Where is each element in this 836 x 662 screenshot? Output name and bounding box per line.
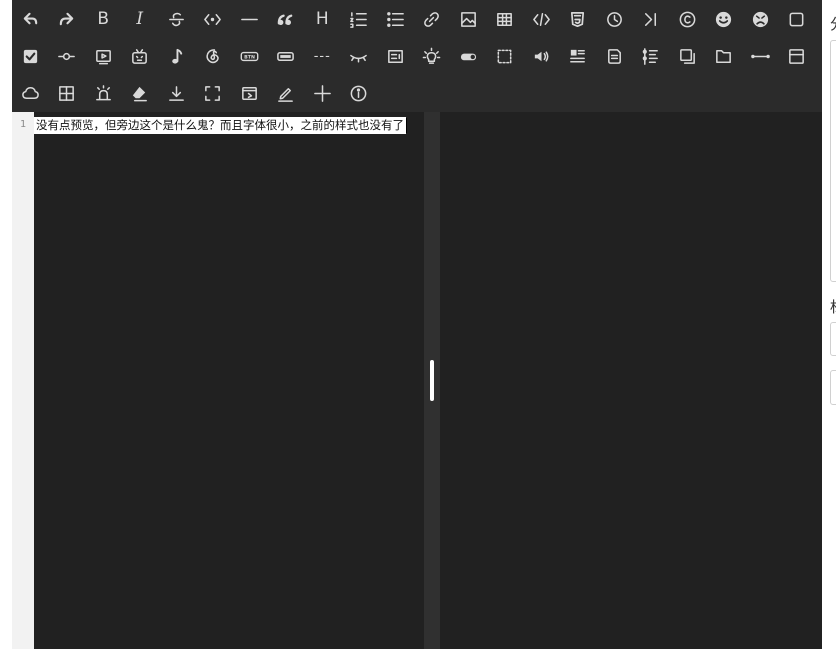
side-panel-input[interactable] (830, 322, 836, 356)
divider-line-icon[interactable] (742, 40, 779, 74)
button-badge-text: BTN (244, 55, 255, 61)
side-panel-label-1: 分 (830, 13, 836, 34)
layout-icon[interactable] (560, 40, 597, 74)
bold-label: B (97, 9, 110, 29)
image-icon[interactable] (450, 3, 487, 37)
sad-face-icon[interactable] (742, 3, 779, 37)
toolbar-row-1: B I H (12, 1, 815, 38)
checkbox-empty-icon[interactable] (779, 3, 816, 37)
left-margin (0, 0, 12, 662)
superscript-icon[interactable] (633, 3, 670, 37)
copy-icon[interactable] (669, 40, 706, 74)
pane-splitter[interactable] (424, 112, 440, 649)
cloud-icon[interactable] (12, 77, 49, 111)
code-block-icon[interactable] (523, 3, 560, 37)
markdown-editor[interactable]: 没有点预览，但旁边这个是什么鬼？而且字体很小，之前的样式也没有了 (34, 112, 424, 649)
toggle-icon[interactable] (450, 40, 487, 74)
preview-pane (440, 112, 822, 649)
side-panel: 分 标 (822, 0, 836, 662)
table-icon[interactable] (487, 3, 524, 37)
toolbar: B I H BTN --- (12, 0, 822, 112)
italic-label: I (136, 9, 144, 29)
folder-icon[interactable] (706, 40, 743, 74)
music-note-icon[interactable] (158, 40, 195, 74)
dashed-box-icon[interactable] (487, 40, 524, 74)
italic-button[interactable]: I (122, 3, 159, 37)
lightbulb-icon[interactable] (414, 40, 451, 74)
side-panel-textarea[interactable] (830, 40, 836, 282)
checkbox-checked-icon[interactable] (12, 40, 49, 74)
clock-icon[interactable] (596, 3, 633, 37)
strikethrough-icon[interactable] (158, 3, 195, 37)
undo-icon[interactable] (12, 3, 49, 37)
bottom-margin (0, 649, 836, 662)
grid-icon[interactable] (49, 77, 86, 111)
steps-icon[interactable] (633, 40, 670, 74)
bold-button[interactable]: B (85, 3, 122, 37)
quote-icon[interactable] (268, 3, 305, 37)
toolbar-row-2: BTN --- (12, 38, 815, 75)
line-number-gutter: 1 (12, 112, 34, 649)
plus-icon[interactable] (304, 77, 341, 111)
card-icon[interactable] (377, 40, 414, 74)
heading-label: H (315, 9, 329, 29)
copyright-icon[interactable] (669, 3, 706, 37)
unordered-list-icon[interactable] (377, 3, 414, 37)
horizontal-rule-icon[interactable] (231, 3, 268, 37)
hide-eye-icon[interactable] (341, 40, 378, 74)
emoji-icon[interactable] (706, 3, 743, 37)
text-cursor (406, 118, 407, 133)
ordered-list-icon[interactable] (341, 3, 378, 37)
html5-icon[interactable] (560, 3, 597, 37)
more-button[interactable]: --- (304, 40, 341, 74)
window-icon[interactable] (779, 40, 816, 74)
volume-icon[interactable] (523, 40, 560, 74)
side-panel-select[interactable] (830, 370, 836, 405)
inline-code-icon[interactable] (195, 3, 232, 37)
info-icon[interactable] (341, 77, 378, 111)
video-icon[interactable] (85, 40, 122, 74)
note-icon[interactable] (596, 40, 633, 74)
progress-bar-icon[interactable] (268, 40, 305, 74)
bilibili-icon[interactable] (122, 40, 159, 74)
line-number: 1 (19, 119, 27, 130)
more-label: --- (313, 49, 331, 64)
editor-line-text: 没有点预览，但旁边这个是什么鬼？而且字体很小，之前的样式也没有了 (36, 118, 404, 132)
toolbar-row-3 (12, 75, 377, 112)
link-icon[interactable] (414, 3, 451, 37)
redo-icon[interactable] (49, 3, 86, 37)
preview-icon[interactable] (231, 77, 268, 111)
netease-music-icon[interactable] (195, 40, 232, 74)
side-panel-label-2: 标 (830, 296, 836, 317)
download-icon[interactable] (158, 77, 195, 111)
alarm-icon[interactable] (85, 77, 122, 111)
eraser-icon[interactable] (122, 77, 159, 111)
pencil-icon[interactable] (268, 77, 305, 111)
heading-button[interactable]: H (304, 3, 341, 37)
splitter-handle[interactable] (430, 360, 434, 401)
fullscreen-icon[interactable] (195, 77, 232, 111)
timeline-icon[interactable] (49, 40, 86, 74)
editor-line-1[interactable]: 没有点预览，但旁边这个是什么鬼？而且字体很小，之前的样式也没有了 (34, 117, 407, 134)
button-component-icon[interactable]: BTN (231, 40, 268, 74)
